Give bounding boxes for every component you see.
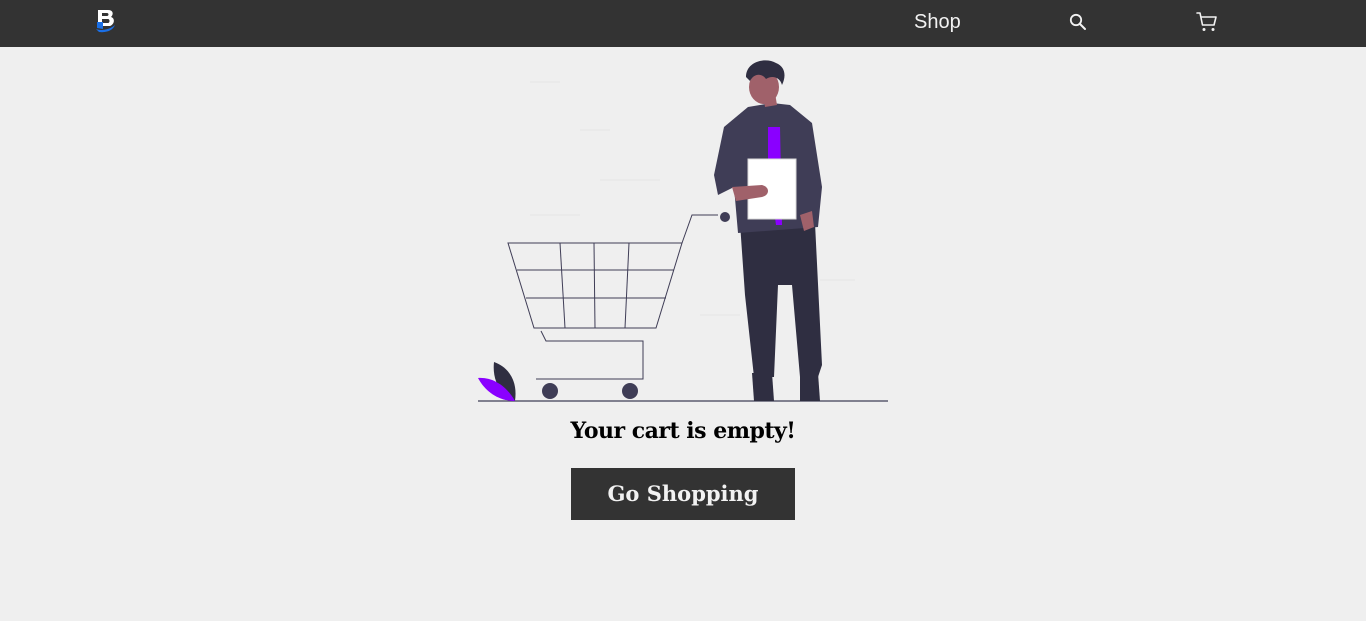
search-button[interactable] xyxy=(1068,12,1088,32)
nav-shop-link[interactable]: Shop xyxy=(914,11,961,33)
plant-icon xyxy=(478,362,516,401)
cart-wheel xyxy=(542,383,558,399)
cart-wheel xyxy=(622,383,638,399)
search-icon xyxy=(1069,13,1086,30)
person-figure xyxy=(714,60,822,401)
navbar: Shop xyxy=(0,0,1366,47)
empty-cart-message: Your cart is empty! xyxy=(570,418,796,444)
shopping-cart-icon xyxy=(507,214,718,380)
cart-button[interactable] xyxy=(1196,11,1218,33)
brand-logo-icon[interactable] xyxy=(95,8,119,34)
cart-handle-knob xyxy=(720,212,730,222)
go-shopping-button[interactable]: Go Shopping xyxy=(571,468,795,520)
cart-icon xyxy=(1196,12,1217,31)
empty-cart-illustration xyxy=(478,60,888,402)
